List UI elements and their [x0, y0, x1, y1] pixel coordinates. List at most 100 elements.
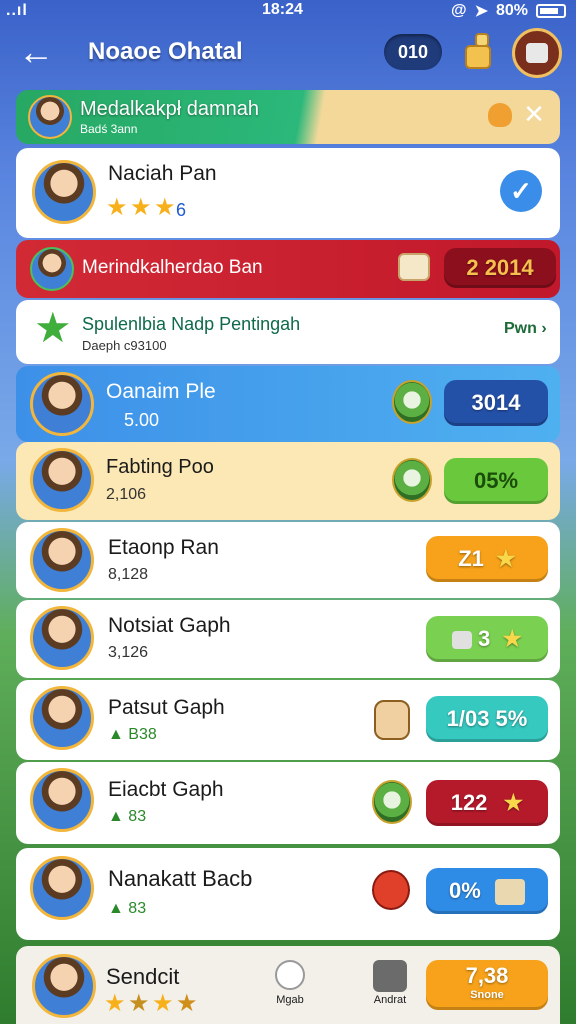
avatar [30, 372, 94, 436]
score-text: 122 [450, 790, 488, 815]
star-icon: ★ [104, 990, 126, 1017]
score-pill: 122 ★ [426, 780, 548, 826]
star-icon: ★ [496, 546, 516, 571]
rating-stars: ★ ★ ★ [106, 196, 178, 220]
checkmark-icon[interactable]: ✓ [500, 170, 542, 212]
location-icon: ➤ [474, 3, 488, 20]
player-name: Spulenlbia Nadp Pentingah [82, 314, 301, 334]
nav-button-android[interactable]: Andrat [364, 960, 416, 1016]
character-icon [374, 700, 410, 740]
score-pill: 3014 [444, 380, 548, 426]
next-link-text: Pwn [504, 320, 537, 337]
player-sub: ▲ B38 [108, 726, 157, 744]
player-sub: 5.00 [124, 410, 160, 430]
page-title: Noaoe Ohatal [88, 38, 243, 65]
player-name: Nanakatt Bacb [108, 866, 253, 891]
map-icon [275, 960, 305, 990]
battery-percent: 80% [495, 2, 528, 19]
player-name: Merindkalherdao Ban [82, 257, 263, 278]
player-name: Naciah Pan [108, 162, 217, 185]
list-item[interactable]: Naciah Pan ★ ★ ★ 6 ✓ [16, 148, 560, 238]
player-name: Notsiat Gaph [108, 614, 231, 637]
up-arrow-icon: ▲ [108, 808, 124, 825]
player-name: Patsut Gaph [108, 696, 225, 719]
list-item[interactable]: Notsiat Gaph 3,126 3 ★ [16, 600, 560, 678]
footer-bar: Sendcit ★ ★ ★ ★ Mgab Andrat 7,38 Snone [16, 946, 560, 1024]
score-text: 3 [478, 626, 491, 651]
list-item[interactable]: Fabting Poo 2,106 05% [16, 442, 560, 520]
player-sub: ▲ 83 [108, 900, 146, 918]
avatar [30, 768, 94, 832]
up-arrow-icon: ▲ [108, 726, 124, 743]
back-arrow-icon[interactable]: ← [16, 34, 56, 74]
star-icon: ★ [130, 194, 152, 221]
rating-stars: ★ ★ ★ ★ [104, 992, 200, 1016]
score-pill: 0% [426, 868, 548, 914]
avatar [28, 95, 72, 139]
avatar [32, 160, 96, 224]
list-item[interactable]: Patsut Gaph ▲ B38 1/03 5% [16, 680, 560, 760]
score-pill[interactable]: 7,38 Snone [426, 960, 548, 1010]
banner-row[interactable]: Medalkakpł damnah Badś 3ann ✕ [16, 90, 560, 144]
nav-label: Mgab [276, 994, 304, 1006]
star-icon: ★ [154, 194, 176, 221]
score-pill: 05% [444, 458, 548, 504]
status-right: @ ➤ 80% [451, 1, 566, 21]
nav-button-map[interactable]: Mgab [266, 960, 314, 1016]
profile-avatar-button[interactable] [512, 28, 562, 78]
player-name: Sendcit [106, 964, 180, 989]
score-pill: 2 2014 [444, 248, 556, 288]
avatar [30, 247, 74, 291]
player-sub-text: 83 [128, 808, 147, 825]
gift-icon[interactable] [458, 32, 498, 72]
list-item[interactable]: ★ Spulenlbia Nadp Pentingah Daeph c93100… [16, 300, 560, 364]
avatar [32, 954, 96, 1018]
banner-subtitle: Badś 3ann [80, 122, 138, 136]
star-icon: ★ [128, 990, 150, 1017]
score-text: 7,38 [465, 963, 509, 988]
signal-icon: ..ıl [6, 2, 28, 19]
star-icon: ★ [34, 304, 72, 351]
list-item[interactable]: Eiacbt Gaph ▲ 83 122 ★ [16, 762, 560, 844]
close-icon[interactable]: ✕ [520, 100, 548, 128]
header: ← Noaoe Ohatal 010 [0, 28, 576, 80]
list-item[interactable]: Oanaim Ple 5.00 3014 [16, 366, 560, 442]
player-sub-text: 83 [128, 900, 147, 917]
gem-icon [372, 780, 412, 824]
player-name: Oanaim Ple [106, 380, 216, 403]
list-item[interactable]: Nanakatt Bacb ▲ 83 0% [16, 848, 560, 940]
avatar [30, 686, 94, 750]
next-link[interactable]: Pwn › [504, 320, 547, 338]
status-time: 18:24 [262, 1, 303, 18]
star-icon: ★ [502, 626, 523, 651]
score-pill: Z1 ★ [426, 536, 548, 582]
star-icon: ★ [176, 990, 198, 1017]
rating-value: 6 [176, 200, 187, 220]
player-sub: Daeph c93100 [82, 338, 167, 353]
score-label: Snone [470, 989, 504, 1001]
chevron-right-icon: › [536, 320, 547, 337]
list-item[interactable]: Etaonp Ran 8,128 Z1 ★ [16, 522, 560, 598]
banner-title: Medalkakpł damnah [80, 98, 259, 120]
list-item[interactable]: Merindkalherdao Ban 2 2014 [16, 240, 560, 298]
flame-icon [488, 103, 512, 127]
battery-icon [536, 4, 566, 18]
score-text: 0% [449, 878, 481, 903]
up-arrow-icon: ▲ [108, 900, 124, 917]
gem-icon [392, 458, 432, 502]
star-icon: ★ [106, 194, 128, 221]
crate-icon [494, 879, 525, 906]
counter-badge[interactable]: 010 [384, 34, 442, 70]
tomato-icon [372, 870, 410, 910]
score-pill: 1/03 5% [426, 696, 548, 742]
avatar [30, 856, 94, 920]
score-text: Z1 [458, 546, 484, 571]
player-sub: 3,126 [108, 644, 149, 661]
player-name: Fabting Poo [106, 456, 214, 478]
avatar [30, 448, 94, 512]
gem-small-icon [451, 631, 472, 650]
player-name: Etaonp Ran [108, 536, 219, 559]
star-icon: ★ [152, 990, 174, 1017]
player-name: Eiacbt Gaph [108, 778, 224, 801]
player-sub: ▲ 83 [108, 808, 146, 826]
